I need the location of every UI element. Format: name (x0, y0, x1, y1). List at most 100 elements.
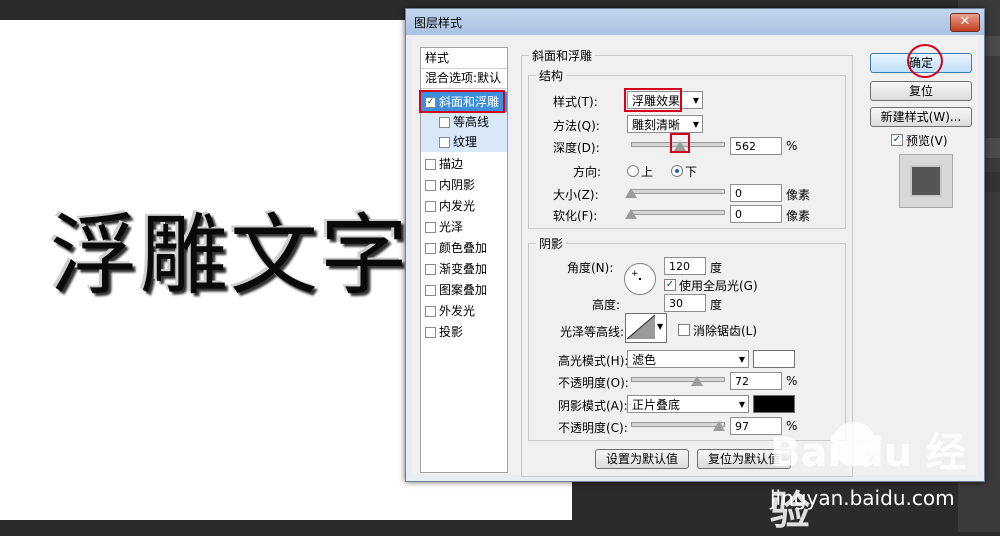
angle-crosshair-icon: + (631, 269, 639, 279)
dialog-titlebar[interactable]: 图层样式 ✕ (406, 9, 984, 35)
checkbox-icon[interactable] (439, 117, 450, 128)
altitude-label: 高度: (592, 298, 621, 312)
checkbox-icon[interactable] (439, 137, 450, 148)
highlight-mode-select[interactable]: 滤色 ▼ (627, 350, 749, 368)
structure-title: 结构 (536, 67, 567, 84)
list-item-outer-glow[interactable]: 外发光 (421, 301, 507, 321)
dropdown-arrow-icon: ▼ (738, 355, 745, 364)
highlight-opacity-unit: % (786, 374, 798, 388)
shadow-opacity-label: 不透明度(C): (558, 421, 628, 435)
shadow-opacity-slider-thumb[interactable] (713, 421, 725, 431)
soften-slider-thumb[interactable] (625, 209, 637, 219)
angle-unit: 度 (710, 261, 723, 275)
dropdown-arrow-icon: ▼ (657, 322, 664, 331)
set-default-button[interactable]: 设置为默认值 (595, 449, 689, 469)
preview-checkbox[interactable]: ✓ (891, 134, 903, 146)
depth-label: 深度(D): (553, 141, 600, 155)
style-preview (899, 154, 953, 208)
preview-swatch (910, 165, 942, 197)
dialog-body: 样式 混合选项:默认 ✓ 斜面和浮雕 等高线 纹理 描边 内阴影 内发光 光泽 … (412, 37, 978, 477)
angle-input[interactable]: 120 (664, 257, 706, 275)
list-item-stroke[interactable]: 描边 (421, 154, 507, 174)
highlight-opacity-slider-thumb[interactable] (691, 376, 703, 386)
soften-input[interactable]: 0 (730, 205, 782, 223)
highlight-box-depth-thumb (670, 133, 690, 153)
list-item-pattern-overlay[interactable]: 图案叠加 (421, 280, 507, 300)
angle-center-dot (639, 278, 641, 280)
checkbox-icon[interactable] (425, 201, 436, 212)
styles-header[interactable]: 样式 (421, 48, 507, 69)
global-light-checkbox[interactable]: ✓ (664, 279, 676, 291)
gloss-contour-picker[interactable]: ▼ (625, 313, 667, 343)
list-item-satin[interactable]: 光泽 (421, 217, 507, 237)
close-button[interactable]: ✕ (950, 13, 980, 32)
blend-options-item[interactable]: 混合选项:默认 (421, 68, 507, 89)
direction-down-label: 下 (685, 165, 698, 179)
gloss-contour-label: 光泽等高线: (560, 325, 625, 339)
highlight-box-bevel-item (419, 90, 505, 113)
checkbox-icon[interactable] (425, 222, 436, 233)
highlight-opacity-label: 不透明度(O): (558, 376, 629, 390)
baidu-jingyan-logo: Bai du 经验 (770, 430, 967, 534)
size-label: 大小(Z): (553, 188, 599, 202)
technique-select[interactable]: 雕刻清晰 ▼ (627, 115, 703, 133)
soften-label: 软化(F): (553, 209, 598, 223)
list-item-drop-shadow[interactable]: 投影 (421, 322, 507, 342)
depth-input[interactable]: 562 (730, 137, 782, 155)
dropdown-arrow-icon: ▼ (692, 96, 699, 105)
checkbox-icon[interactable] (425, 159, 436, 170)
size-slider-thumb[interactable] (625, 188, 637, 198)
list-item-inner-glow[interactable]: 内发光 (421, 196, 507, 216)
technique-label: 方法(Q): (553, 119, 600, 133)
shadow-mode-select[interactable]: 正片叠底 ▼ (627, 395, 749, 413)
contour-curve-icon (626, 314, 656, 340)
dialog-title: 图层样式 (414, 16, 463, 30)
depth-unit: % (786, 139, 798, 153)
angle-dial[interactable]: + (624, 263, 656, 295)
watermark-url: jingyan.baidu.com (770, 486, 955, 510)
list-item-color-overlay[interactable]: 颜色叠加 (421, 238, 507, 258)
checkbox-icon[interactable] (425, 264, 436, 275)
highlight-opacity-slider-track[interactable] (631, 377, 725, 382)
dropdown-arrow-icon: ▼ (738, 400, 745, 409)
shadow-opacity-slider-track[interactable] (631, 422, 725, 427)
shadow-color-swatch[interactable] (753, 395, 795, 413)
style-label: 样式(T): (553, 95, 598, 109)
shadow-mode-label: 阴影模式(A): (558, 399, 628, 413)
highlight-mode-label: 高光模式(H): (558, 354, 629, 368)
direction-down-radio[interactable] (671, 165, 683, 177)
highlight-box-style-select (624, 88, 682, 112)
size-slider-track[interactable] (631, 189, 725, 194)
direction-label: 方向: (573, 165, 602, 179)
bevel-group-title: 斜面和浮雕 (529, 47, 596, 64)
angle-label: 角度(N): (567, 261, 614, 275)
soften-unit: 像素 (786, 209, 811, 223)
list-item-texture[interactable]: 纹理 (421, 132, 507, 152)
antialias-label: 消除锯齿(L) (693, 324, 758, 338)
size-unit: 像素 (786, 188, 811, 202)
checkbox-icon[interactable] (425, 327, 436, 338)
highlight-circle-ok (907, 44, 943, 78)
highlight-color-swatch[interactable] (753, 350, 795, 368)
embossed-canvas-text: 浮雕文字 (50, 204, 411, 307)
list-item-gradient-overlay[interactable]: 渐变叠加 (421, 259, 507, 279)
checkbox-icon[interactable] (425, 306, 436, 317)
reset-button[interactable]: 复位 (870, 81, 972, 101)
list-item-contour[interactable]: 等高线 (421, 112, 507, 132)
size-input[interactable]: 0 (730, 184, 782, 202)
direction-up-label: 上 (641, 165, 654, 179)
new-style-button[interactable]: 新建样式(W)... (870, 107, 972, 127)
close-icon: ✕ (959, 14, 971, 29)
preview-label: 预览(V) (906, 134, 948, 148)
altitude-input[interactable]: 30 (664, 294, 706, 312)
layer-style-dialog: 图层样式 ✕ 样式 混合选项:默认 ✓ 斜面和浮雕 等高线 纹理 描边 内阴影 … (405, 8, 985, 482)
highlight-opacity-input[interactable]: 72 (730, 372, 782, 390)
checkbox-icon[interactable] (425, 285, 436, 296)
checkbox-icon[interactable] (425, 180, 436, 191)
antialias-checkbox[interactable] (678, 324, 690, 336)
altitude-unit: 度 (710, 298, 723, 312)
direction-up-radio[interactable] (627, 165, 639, 177)
soften-slider-track[interactable] (631, 210, 725, 215)
checkbox-icon[interactable] (425, 243, 436, 254)
list-item-inner-shadow[interactable]: 内阴影 (421, 175, 507, 195)
